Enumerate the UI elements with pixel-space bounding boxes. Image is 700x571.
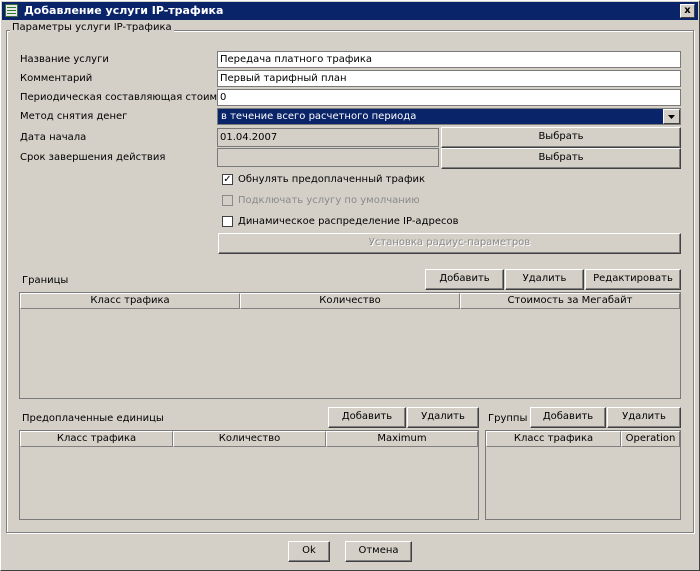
comment-input[interactable]: Первый тарифный план <box>217 70 681 87</box>
end-date-choose-button[interactable]: Выбрать <box>441 148 681 169</box>
limits-col-cost[interactable]: Стоимость за Мегабайт <box>460 293 680 309</box>
end-date-input[interactable] <box>217 148 439 167</box>
limits-col-class[interactable]: Класс трафика <box>20 293 240 309</box>
groups-delete-button[interactable]: Удалить <box>607 407 681 428</box>
window-title: Добавление услуги IP-трафика <box>24 4 224 17</box>
groups-add-button[interactable]: Добавить <box>530 407 606 428</box>
limits-add-button[interactable]: Добавить <box>425 269 504 290</box>
groups-col-operation[interactable]: Operation <box>621 431 680 447</box>
groups-col-class[interactable]: Класс трафика <box>486 431 621 447</box>
comment-label: Комментарий <box>20 73 93 84</box>
app-icon <box>5 4 18 17</box>
dynamic-ip-label: Динамическое распределение IP-адресов <box>238 216 459 227</box>
prepaid-table: Класс трафика Количество Maximum <box>19 430 479 520</box>
prepaid-col-quantity[interactable]: Количество <box>173 431 326 447</box>
prepaid-add-button[interactable]: Добавить <box>328 407 406 428</box>
periodic-cost-input[interactable]: 0 <box>217 89 681 106</box>
prepaid-title: Предоплаченные единицы <box>22 413 164 424</box>
close-button[interactable]: x <box>680 4 695 18</box>
limits-table: Класс трафика Количество Стоимость за Ме… <box>19 292 681 399</box>
dynamic-ip-checkbox[interactable] <box>222 216 233 227</box>
reset-prepaid-checkbox[interactable]: ✓ <box>222 174 233 185</box>
reset-prepaid-label: Обнулять предоплаченный трафик <box>238 174 426 185</box>
periodic-cost-label: Периодическая составляющая стоимости <box>20 92 241 103</box>
service-name-input[interactable]: Передача платного трафика <box>217 51 681 68</box>
method-selected-value: в течение всего расчетного периода <box>221 111 417 122</box>
limits-edit-button[interactable]: Редактировать <box>585 269 681 290</box>
limits-title: Границы <box>22 275 69 286</box>
prepaid-col-maximum[interactable]: Maximum <box>326 431 478 447</box>
default-service-checkbox <box>222 195 233 206</box>
start-date-label: Дата начала <box>20 132 87 143</box>
end-date-label: Срок завершения действия <box>20 152 166 163</box>
group-legend: Параметры услуги IP-трафика <box>10 22 174 33</box>
prepaid-col-class[interactable]: Класс трафика <box>20 431 173 447</box>
default-service-label: Подключать услугу по умолчанию <box>238 195 420 206</box>
method-select[interactable]: в течение всего расчетного периода <box>217 108 681 125</box>
title-bar: Добавление услуги IP-трафика <box>2 2 698 20</box>
start-date-input[interactable]: 01.04.2007 <box>217 128 439 147</box>
radius-params-button: Установка радиус-параметров <box>218 233 681 254</box>
groups-table: Класс трафика Operation <box>485 430 681 520</box>
chevron-down-icon <box>668 115 675 119</box>
limits-col-quantity[interactable]: Количество <box>240 293 460 309</box>
service-name-label: Название услуги <box>20 54 109 65</box>
prepaid-delete-button[interactable]: Удалить <box>407 407 479 428</box>
limits-delete-button[interactable]: Удалить <box>505 269 584 290</box>
method-label: Метод снятия денег <box>20 111 128 122</box>
cancel-button[interactable]: Отмена <box>345 541 412 562</box>
ok-button[interactable]: Ok <box>288 541 330 562</box>
start-date-choose-button[interactable]: Выбрать <box>441 127 681 148</box>
groups-title: Группы <box>488 413 528 424</box>
dropdown-arrow-button[interactable] <box>663 109 680 124</box>
